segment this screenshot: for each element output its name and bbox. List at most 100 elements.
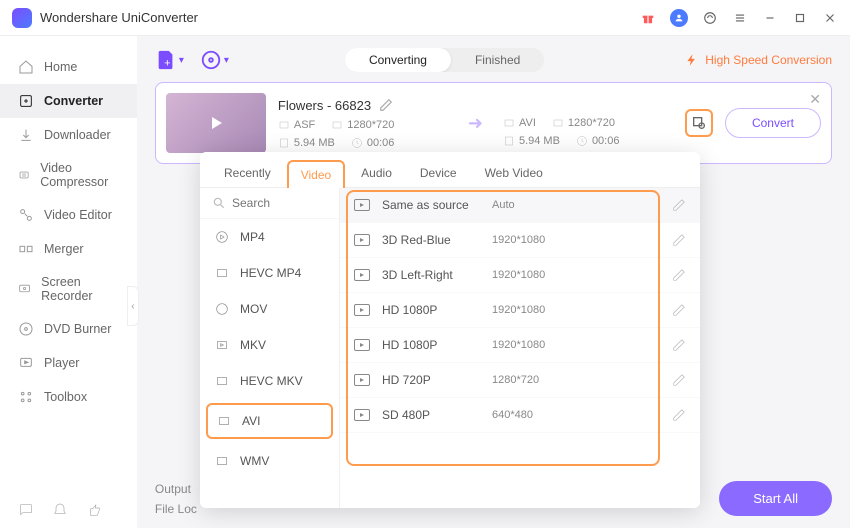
preset-3d-redblue[interactable]: 3D Red-Blue1920*1080	[340, 223, 700, 258]
fmt-hevc-mkv[interactable]: HEVC MKV	[200, 363, 339, 399]
format-search	[200, 188, 339, 219]
menu-icon[interactable]	[732, 10, 748, 26]
add-file-button[interactable]: +▾	[155, 49, 184, 71]
dd-tab-video[interactable]: Video	[287, 160, 345, 188]
video-icon	[354, 199, 370, 211]
format-dropdown: Recently Video Audio Device Web Video MP…	[200, 152, 700, 508]
format-list: MP4 HEVC MP4 MOV MKV HEVC MKV AVI WMV	[200, 188, 340, 508]
fmt-avi[interactable]: AVI	[206, 403, 333, 439]
start-all-button[interactable]: Start All	[719, 481, 832, 516]
collapse-sidebar-button[interactable]: ‹	[127, 286, 139, 326]
sidebar-label: Converter	[44, 94, 103, 108]
edit-name-icon[interactable]	[379, 98, 393, 112]
sidebar-item-compressor[interactable]: Video Compressor	[0, 152, 137, 198]
maximize-icon[interactable]	[792, 10, 808, 26]
user-icon[interactable]	[670, 9, 688, 27]
video-icon	[354, 269, 370, 281]
sidebar-label: Screen Recorder	[41, 275, 119, 303]
sidebar-label: Player	[44, 356, 79, 370]
sidebar-item-editor[interactable]: Video Editor	[0, 198, 137, 232]
video-icon	[354, 374, 370, 386]
src-size: 5.94 MB	[294, 137, 335, 149]
minimize-icon[interactable]	[762, 10, 778, 26]
dd-tab-recently[interactable]: Recently	[212, 160, 283, 187]
sidebar-item-recorder[interactable]: Screen Recorder	[0, 266, 137, 312]
dst-size: 5.94 MB	[519, 135, 560, 147]
high-speed-link[interactable]: High Speed Conversion	[685, 53, 832, 67]
video-icon	[354, 234, 370, 246]
notification-icon[interactable]	[52, 502, 68, 518]
dst-format: AVI	[519, 117, 536, 129]
arrow-icon: ➜	[468, 113, 483, 134]
dd-tab-device[interactable]: Device	[408, 160, 469, 187]
footer-icons	[18, 502, 102, 518]
preset-hd720[interactable]: HD 720P1280*720	[340, 363, 700, 398]
edit-preset-icon[interactable]	[672, 268, 686, 282]
status-segment: Converting Finished	[345, 48, 544, 72]
dd-tab-web[interactable]: Web Video	[473, 160, 555, 187]
sidebar: Home Converter Downloader Video Compress…	[0, 36, 137, 528]
src-dur: 00:06	[367, 137, 395, 149]
sidebar-label: Toolbox	[44, 390, 87, 404]
output-label: Output	[155, 482, 197, 496]
src-format: ASF	[294, 119, 315, 131]
edit-preset-icon[interactable]	[672, 233, 686, 247]
video-icon	[354, 339, 370, 351]
dst-dur: 00:06	[592, 135, 620, 147]
edit-preset-icon[interactable]	[672, 303, 686, 317]
svg-text:+: +	[164, 57, 170, 69]
app-title: Wondershare UniConverter	[40, 10, 198, 25]
video-icon	[354, 409, 370, 421]
sidebar-label: DVD Burner	[44, 322, 111, 336]
video-thumbnail[interactable]	[166, 93, 266, 153]
preset-3d-leftright[interactable]: 3D Left-Right1920*1080	[340, 258, 700, 293]
remove-file-button[interactable]: ✕	[809, 91, 821, 108]
fileloc-label: File Loc	[155, 502, 197, 516]
gift-icon[interactable]	[640, 10, 656, 26]
output-settings-button[interactable]	[685, 109, 713, 137]
video-icon	[354, 304, 370, 316]
sidebar-label: Home	[44, 60, 77, 74]
sidebar-label: Downloader	[44, 128, 111, 142]
dd-tab-audio[interactable]: Audio	[349, 160, 404, 187]
edit-preset-icon[interactable]	[672, 408, 686, 422]
sidebar-item-merger[interactable]: Merger	[0, 232, 137, 266]
toolbar: +▾ ▾ Converting Finished High Speed Conv…	[155, 48, 832, 72]
fmt-mov[interactable]: MOV	[200, 291, 339, 327]
sidebar-label: Video Compressor	[40, 161, 119, 189]
edit-preset-icon[interactable]	[672, 373, 686, 387]
src-res: 1280*720	[347, 119, 394, 131]
tab-converting[interactable]: Converting	[345, 48, 451, 72]
search-icon	[212, 196, 226, 210]
feedback-icon[interactable]	[18, 502, 34, 518]
titlebar: Wondershare UniConverter	[0, 0, 850, 36]
preset-same-source[interactable]: Same as sourceAuto	[340, 188, 700, 223]
add-dvd-button[interactable]: ▾	[200, 49, 229, 71]
edit-preset-icon[interactable]	[672, 338, 686, 352]
sidebar-item-dvd[interactable]: DVD Burner	[0, 312, 137, 346]
fmt-mp4[interactable]: MP4	[200, 219, 339, 255]
sidebar-label: Merger	[44, 242, 84, 256]
convert-button[interactable]: Convert	[725, 108, 821, 138]
preset-list: Same as sourceAuto 3D Red-Blue1920*1080 …	[340, 188, 700, 508]
dst-res: 1280*720	[568, 117, 615, 129]
close-icon[interactable]	[822, 10, 838, 26]
edit-preset-icon[interactable]	[672, 198, 686, 212]
tab-finished[interactable]: Finished	[451, 48, 544, 72]
sidebar-item-home[interactable]: Home	[0, 50, 137, 84]
sidebar-item-converter[interactable]: Converter	[0, 84, 137, 118]
search-input[interactable]	[232, 196, 312, 210]
support-icon[interactable]	[702, 10, 718, 26]
sidebar-item-downloader[interactable]: Downloader	[0, 118, 137, 152]
fmt-wmv[interactable]: WMV	[200, 443, 339, 479]
preset-hd1080-1[interactable]: HD 1080P1920*1080	[340, 293, 700, 328]
sidebar-item-player[interactable]: Player	[0, 346, 137, 380]
like-icon[interactable]	[86, 502, 102, 518]
fmt-mkv[interactable]: MKV	[200, 327, 339, 363]
sidebar-item-toolbox[interactable]: Toolbox	[0, 380, 137, 414]
file-name: Flowers - 66823	[278, 98, 371, 113]
app-logo	[12, 8, 32, 28]
preset-sd480[interactable]: SD 480P640*480	[340, 398, 700, 433]
fmt-hevc-mp4[interactable]: HEVC MP4	[200, 255, 339, 291]
preset-hd1080-2[interactable]: HD 1080P1920*1080	[340, 328, 700, 363]
